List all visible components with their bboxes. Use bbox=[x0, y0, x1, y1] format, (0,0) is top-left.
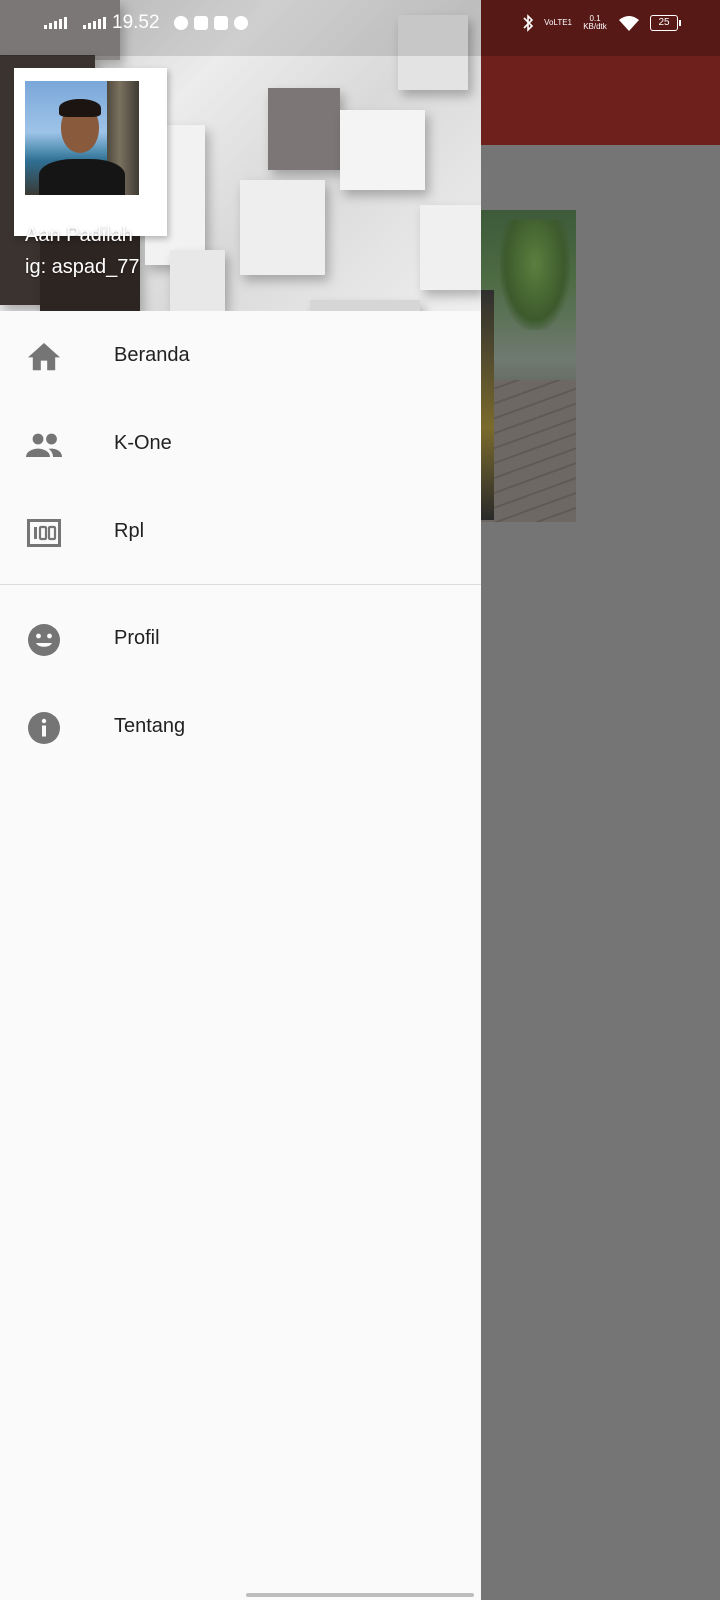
decor-cube bbox=[310, 300, 420, 311]
decor-cube bbox=[340, 110, 425, 190]
signal-1-icon bbox=[44, 17, 67, 29]
background-photo bbox=[480, 210, 576, 522]
photo-shirt bbox=[39, 159, 125, 195]
bluetooth-icon bbox=[523, 14, 534, 32]
menu-item-label: Profil bbox=[114, 626, 160, 649]
status-time: 19.52 bbox=[112, 12, 160, 33]
info-icon bbox=[26, 710, 62, 746]
battery-indicator: 25 bbox=[650, 15, 681, 31]
contact-card-icon bbox=[193, 16, 208, 30]
photo-motorbike bbox=[480, 290, 494, 520]
decor-cube bbox=[170, 250, 225, 311]
avatar-photo bbox=[25, 81, 139, 195]
drawer-header: 19.52 Aan Padilah ig: aspad_77 bbox=[0, 0, 481, 311]
menu-item-tentang[interactable]: Tentang bbox=[0, 682, 481, 770]
status-bar-left: 19.52 bbox=[44, 10, 248, 36]
whatsapp-icon bbox=[173, 16, 188, 30]
people-icon bbox=[26, 427, 62, 463]
gesture-navigation-bar[interactable] bbox=[246, 1593, 474, 1597]
menu-divider bbox=[0, 584, 481, 585]
menu-item-k-one[interactable]: K-One bbox=[0, 399, 481, 487]
hundred-icon bbox=[26, 515, 62, 551]
smiley-icon bbox=[26, 622, 62, 658]
menu-item-label: Beranda bbox=[114, 343, 190, 366]
navigation-drawer: 19.52 Aan Padilah ig: aspad_77 Beranda K… bbox=[0, 0, 481, 1600]
menu-item-label: Tentang bbox=[114, 714, 186, 737]
app-notification-icon bbox=[233, 16, 248, 30]
home-icon bbox=[26, 339, 62, 375]
drawer-menu: Beranda K-One Rpl Profil Tentang bbox=[0, 311, 481, 770]
menu-item-label: Rpl bbox=[114, 519, 145, 542]
menu-item-beranda[interactable]: Beranda bbox=[0, 311, 481, 399]
menu-item-rpl[interactable]: Rpl bbox=[0, 487, 481, 575]
network-speed: 0.1 KB/dtk bbox=[583, 14, 607, 31]
status-bar-right: VoLTE1 0.1 KB/dtk 25 bbox=[522, 10, 681, 36]
photo-hair bbox=[59, 99, 101, 117]
photo-pavement bbox=[480, 380, 576, 522]
account-name: Aan Padilah bbox=[25, 224, 133, 246]
decor-cube bbox=[240, 180, 325, 275]
profile-avatar[interactable] bbox=[14, 68, 167, 236]
wifi-icon bbox=[619, 16, 639, 31]
account-handle: ig: aspad_77 bbox=[25, 256, 140, 278]
mail-icon bbox=[213, 16, 228, 30]
photo-tree bbox=[500, 220, 570, 330]
menu-item-label: K-One bbox=[114, 431, 172, 454]
decor-cube bbox=[268, 88, 340, 170]
decor-cube bbox=[420, 205, 481, 290]
signal-2-icon bbox=[83, 17, 106, 29]
volte-indicator: VoLTE1 bbox=[544, 18, 572, 27]
menu-item-profil[interactable]: Profil bbox=[0, 594, 481, 682]
